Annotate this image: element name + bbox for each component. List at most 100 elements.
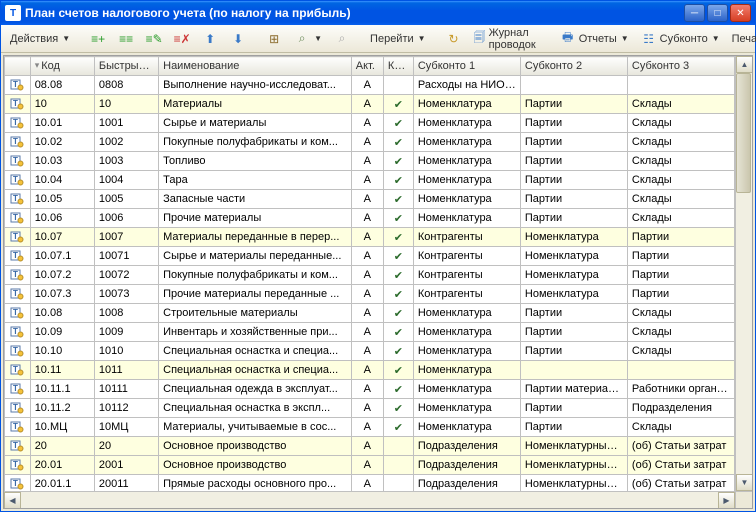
cell-kol: ✔ — [383, 190, 413, 209]
cell-fast: 2001 — [94, 456, 158, 475]
table-row[interactable]: T10.041004ТараА✔НоменклатураПартииСклады — [5, 171, 735, 190]
cell-sub3: Склады — [627, 418, 734, 437]
svg-text:T: T — [13, 460, 18, 469]
check-icon: ✔ — [394, 175, 403, 187]
move-down-button[interactable]: ⬇ — [225, 28, 251, 50]
close-button[interactable]: ✕ — [730, 4, 751, 22]
table-row[interactable]: T10.07.110071Сырье и материалы переданны… — [5, 247, 735, 266]
table-row[interactable]: T1010МатериалыА✔НоменклатураПартииСклады — [5, 95, 735, 114]
scroll-left-button[interactable]: ◀ — [4, 492, 21, 509]
cell-sub1: Номенклатура — [413, 114, 520, 133]
table-row[interactable]: T10.071007Материалы переданные в перер..… — [5, 228, 735, 247]
cell-kod: 10.09 — [30, 323, 94, 342]
check-icon: ✔ — [394, 270, 403, 282]
table-row[interactable]: T10.101010Специальная оснастка и специа.… — [5, 342, 735, 361]
filter-icon: ⌕ — [294, 31, 310, 47]
reports-menu[interactable]: 🖶Отчеты▼ — [555, 28, 634, 50]
scroll-up-button[interactable]: ▲ — [736, 56, 752, 73]
col-header-kod[interactable]: ▾Код — [30, 57, 94, 76]
table-row[interactable]: T2020Основное производствоАПодразделения… — [5, 437, 735, 456]
vertical-scrollbar[interactable]: ▲ ▼ — [735, 56, 752, 491]
window-title: План счетов налогового учета (по налогу … — [25, 6, 684, 20]
table-row[interactable]: T10.061006Прочие материалыА✔Номенклатура… — [5, 209, 735, 228]
cell-fast: 20011 — [94, 475, 158, 492]
account-row-icon: T — [10, 343, 24, 357]
col-header-sub3[interactable]: Субконто 3 — [627, 57, 734, 76]
actions-menu[interactable]: Действия▼ — [5, 28, 75, 50]
cell-sub1: Номенклатура — [413, 361, 520, 380]
table-row[interactable]: T10.11.210112Специальная оснастка в эксп… — [5, 399, 735, 418]
refresh-button[interactable]: ↻ — [441, 28, 467, 50]
horizontal-scrollbar[interactable]: ◀ ▶ — [4, 491, 752, 508]
account-row-icon: T — [10, 324, 24, 338]
go-menu[interactable]: Перейти▼ — [365, 28, 431, 50]
move-up-button[interactable]: ⬆ — [197, 28, 223, 50]
edit-button[interactable]: ≡✎ — [141, 28, 167, 50]
cell-sub2: Партии — [520, 152, 627, 171]
scroll-track[interactable] — [736, 73, 752, 474]
cell-sub3: Партии — [627, 228, 734, 247]
scroll-thumb[interactable] — [736, 73, 751, 193]
cell-sub1: Номенклатура — [413, 133, 520, 152]
cell-fast: 10071 — [94, 247, 158, 266]
filter-button[interactable]: ⌕▼ — [289, 28, 327, 50]
add-button[interactable]: ≡+ — [85, 28, 111, 50]
journal-icon: 🗐 — [474, 31, 486, 47]
col-header-kol[interactable]: Кол. — [383, 57, 413, 76]
table-row[interactable]: T10.111011Специальная оснастка и специа.… — [5, 361, 735, 380]
minimize-button[interactable]: ─ — [684, 4, 705, 22]
cell-sub2: Партии — [520, 95, 627, 114]
account-row-icon: T — [10, 248, 24, 262]
scroll-down-button[interactable]: ▼ — [736, 474, 752, 491]
col-header-akt[interactable]: Акт. — [351, 57, 383, 76]
cell-sub2: Номенклатура — [520, 247, 627, 266]
table-row[interactable]: T10.07.310073Прочие материалы переданные… — [5, 285, 735, 304]
table-row[interactable]: T10.091009Инвентарь и хозяйственные при.… — [5, 323, 735, 342]
print-menu[interactable]: Печать▼ — [727, 28, 756, 50]
table-row[interactable]: T20.012001Основное производствоАПодразде… — [5, 456, 735, 475]
col-header-sub1[interactable]: Субконто 1 — [413, 57, 520, 76]
cell-kol — [383, 76, 413, 95]
delete-button[interactable]: ≡✗ — [169, 28, 195, 50]
cell-name: Специальная оснастка и специа... — [159, 361, 352, 380]
reports-icon: 🖶 — [560, 31, 576, 47]
col-header-fast[interactable]: Быстрый ... — [94, 57, 158, 76]
svg-text:T: T — [13, 403, 18, 412]
cell-kod: 10.11.1 — [30, 380, 94, 399]
table-row[interactable]: T10.021002Покупные полуфабрикаты и ком..… — [5, 133, 735, 152]
cell-sub2: Партии — [520, 399, 627, 418]
table-row[interactable]: T10.011001Сырье и материалыА✔Номенклатур… — [5, 114, 735, 133]
check-icon: ✔ — [394, 403, 403, 415]
cell-sub3: Склады — [627, 133, 734, 152]
table-row[interactable]: T10.МЦ10МЦМатериалы, учитываемые в сос..… — [5, 418, 735, 437]
table-row[interactable]: T20.01.120011Прямые расходы основного пр… — [5, 475, 735, 492]
cell-icon: T — [5, 304, 31, 323]
col-header-sub2[interactable]: Субконто 2 — [520, 57, 627, 76]
table-row[interactable]: T10.051005Запасные частиА✔НоменклатураПа… — [5, 190, 735, 209]
filter-off-button[interactable]: ⌕ — [329, 28, 355, 50]
subkonto-menu[interactable]: ☷Субконто▼ — [636, 28, 725, 50]
table-row[interactable]: T10.031003ТопливоА✔НоменклатураПартииСкл… — [5, 152, 735, 171]
cell-sub3: Склады — [627, 304, 734, 323]
table-row[interactable]: T10.07.210072Покупные полуфабрикаты и ко… — [5, 266, 735, 285]
cell-sub3: Партии — [627, 285, 734, 304]
scroll-track-h[interactable] — [21, 492, 718, 508]
cell-icon: T — [5, 266, 31, 285]
col-header-name[interactable]: Наименование — [159, 57, 352, 76]
account-row-icon: T — [10, 96, 24, 110]
cell-name: Материалы, учитываемые в сос... — [159, 418, 352, 437]
cell-sub2: Партии — [520, 171, 627, 190]
account-row-icon: T — [10, 172, 24, 186]
scroll-right-button[interactable]: ▶ — [718, 492, 735, 509]
hierarchy-button[interactable]: ⊞ — [261, 28, 287, 50]
cell-sub2: Номенклатурные ... — [520, 437, 627, 456]
table-row[interactable]: T10.11.110111Специальная одежда в эксплу… — [5, 380, 735, 399]
table-row[interactable]: T08.080808Выполнение научно-исследоват..… — [5, 76, 735, 95]
cell-kol: ✔ — [383, 380, 413, 399]
col-header-icon[interactable] — [5, 57, 31, 76]
table-row[interactable]: T10.081008Строительные материалыА✔Номенк… — [5, 304, 735, 323]
journal-button[interactable]: 🗐Журнал проводок — [469, 28, 545, 50]
add-copy-button[interactable]: ≡≡ — [113, 28, 139, 50]
maximize-button[interactable]: □ — [707, 4, 728, 22]
account-row-icon: T — [10, 191, 24, 205]
